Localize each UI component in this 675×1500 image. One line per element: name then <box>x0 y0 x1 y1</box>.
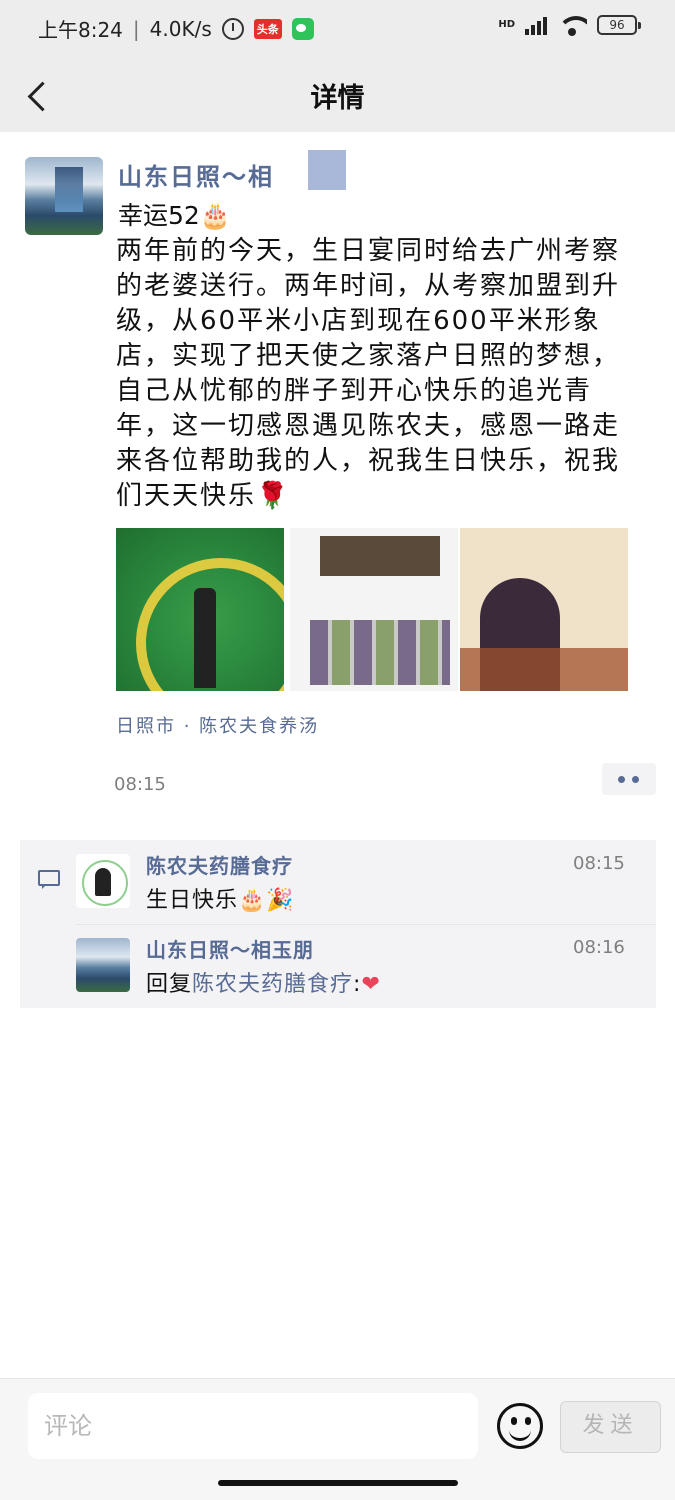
alarm-icon <box>221 17 244 40</box>
home-indicator[interactable] <box>218 1480 458 1486</box>
post-time: 08:15 <box>114 774 166 795</box>
send-button[interactable]: 发送 <box>560 1401 661 1453</box>
emoji-icon[interactable] <box>497 1403 543 1449</box>
comment-input[interactable] <box>28 1393 478 1459</box>
wifi-icon <box>557 14 587 36</box>
hd-icon: HD <box>498 19 515 30</box>
page-title: 详情 <box>310 83 365 114</box>
comments-section: 陈农夫药膳食疗 08:15 生日快乐🎂🎉 山东日照～相玉朋 08:16 回复陈农… <box>20 840 656 1008</box>
name-redaction <box>308 150 346 190</box>
post-author-name[interactable]: 山东日照～相 <box>118 157 274 192</box>
post-author-avatar[interactable] <box>25 157 103 235</box>
reply-prefix: 回复 <box>146 972 193 997</box>
network-speed: 4.0K/s <box>149 16 212 41</box>
post-title: 幸运52🎂 <box>118 201 231 230</box>
post-photo-3[interactable] <box>460 528 628 691</box>
status-separator: | <box>132 16 140 41</box>
comment-icon <box>38 870 60 889</box>
comment-author[interactable]: 山东日照～相玉朋 <box>146 934 314 963</box>
comment-time: 08:16 <box>573 937 625 958</box>
post-text: 两年前的今天，生日宴同时给去广州考察的老婆送行。两年时间，从考察加盟到升级，从6… <box>116 236 621 511</box>
comment-time: 08:15 <box>573 853 625 874</box>
more-actions-button[interactable] <box>602 763 656 795</box>
comment-divider <box>76 924 656 925</box>
status-bar: 上午8:24 | 4.0K/s 头条 HD 96 <box>0 0 675 58</box>
comment-author[interactable]: 陈农夫药膳食疗 <box>146 850 293 879</box>
comment-text[interactable]: 回复陈农夫药膳食疗:❤ <box>146 966 381 998</box>
heart-emoji: ❤ <box>361 972 381 997</box>
nav-bar: 详情 <box>0 58 675 132</box>
status-right: HD 96 <box>498 14 641 36</box>
comment-avatar[interactable] <box>76 938 130 992</box>
post-photo-2[interactable] <box>290 528 458 691</box>
post-photo-1[interactable] <box>116 528 284 691</box>
comment-avatar[interactable] <box>76 854 130 908</box>
signal-icon <box>525 15 547 35</box>
battery-icon: 96 <box>597 15 641 35</box>
status-left: 上午8:24 | 4.0K/s 头条 <box>38 14 314 43</box>
toutiao-icon: 头条 <box>253 18 282 39</box>
wechat-icon <box>291 17 314 40</box>
status-time: 上午8:24 <box>38 18 123 42</box>
comment-text[interactable]: 生日快乐🎂🎉 <box>146 882 295 914</box>
post-location[interactable]: 日照市 · 陈农夫食养汤 <box>116 712 319 738</box>
reply-to-name[interactable]: 陈农夫药膳食疗 <box>192 972 353 997</box>
